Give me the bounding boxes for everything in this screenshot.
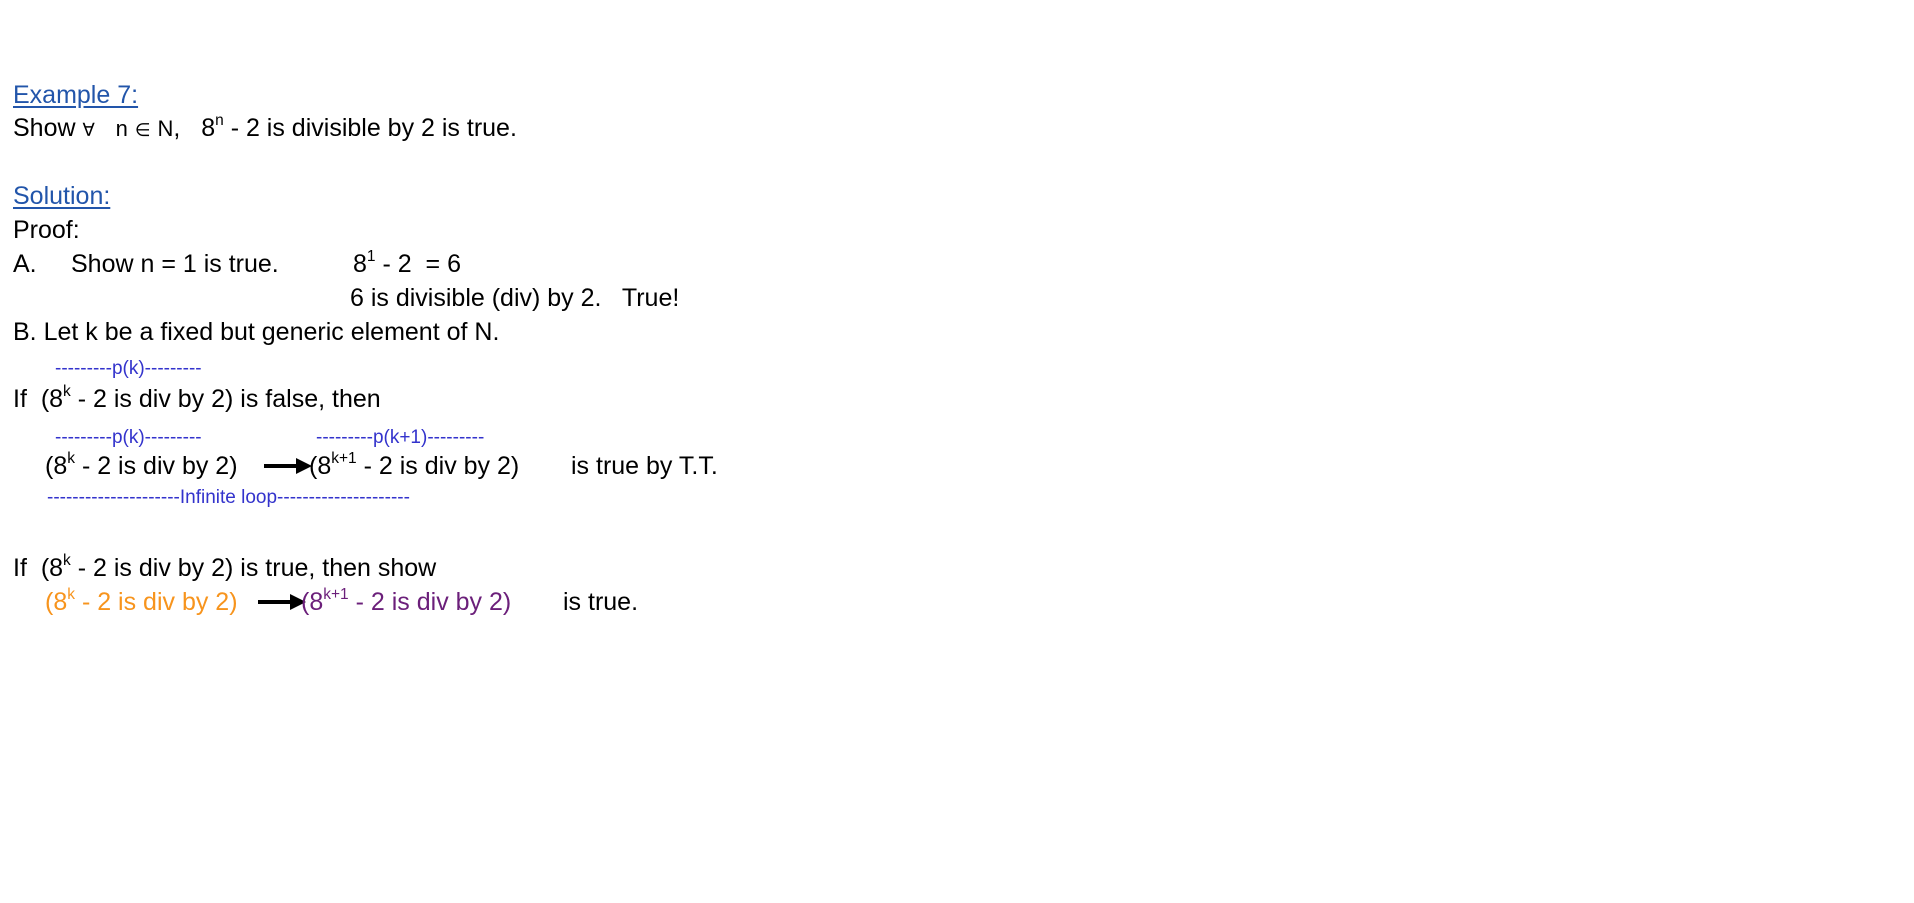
- calc-rest: - 2 = 6: [382, 250, 461, 278]
- true-case-if: If: [13, 554, 27, 582]
- element-of-symbol: ∈: [134, 120, 151, 141]
- hypothesis-expression: (8k - 2 is div by 2): [45, 587, 238, 617]
- step-b-text: B. Let k be a fixed but generic element …: [13, 318, 500, 346]
- right-arrow-icon: [264, 458, 312, 474]
- step-a-verdict: True!: [621, 284, 680, 312]
- step-a-calculation: 81 - 2 = 6: [353, 249, 461, 279]
- set-n: N: [157, 116, 174, 141]
- implication-right-open: (8: [309, 452, 332, 480]
- conclusion-open: (8: [301, 588, 324, 616]
- true-case-rest: - 2 is div by 2) is true, then show: [77, 554, 437, 582]
- forall-symbol: ∀: [82, 120, 95, 141]
- infinite-loop-label: ---------------------Infinite loop------…: [47, 487, 410, 508]
- implication-left-open: (8: [45, 452, 68, 480]
- statement-comma: ,: [173, 114, 181, 142]
- step-a-conclusion: 6 is divisible (div) by 2.: [350, 284, 602, 312]
- hypothesis-exponent: k: [67, 586, 75, 604]
- false-case-exponent: k: [63, 383, 71, 401]
- false-case-pk-label: ---------p(k)---------: [55, 358, 202, 379]
- implication-left-rest: - 2 is div by 2): [81, 452, 238, 480]
- false-case-line: If (8k - 2 is div by 2) is false, then: [13, 384, 381, 414]
- implication-right: (8k+1 - 2 is div by 2): [309, 451, 519, 481]
- implication-pk1-label: ---------p(k+1)---------: [316, 427, 485, 448]
- conclusion-rest: - 2 is div by 2): [355, 588, 512, 616]
- conclusion-exponent: k+1: [323, 586, 349, 604]
- step-a-text: Show n = 1 is true.: [71, 250, 279, 278]
- implication-left-exponent: k: [67, 450, 75, 468]
- hypothesis-open: (8: [45, 588, 68, 616]
- false-case-if: If: [13, 385, 27, 413]
- statement-show: Show: [13, 114, 76, 142]
- example-statement: Show ∀ n ∈ N, 8n - 2 is divisible by 2 i…: [13, 113, 517, 146]
- false-case-open: (8: [40, 385, 64, 413]
- statement-rest: - 2 is divisible by 2 is true.: [230, 114, 517, 142]
- conclusion-expression: (8k+1 - 2 is div by 2): [301, 587, 511, 617]
- statement-exponent: n: [215, 112, 224, 130]
- implication-right-exponent: k+1: [331, 450, 357, 468]
- proof-label: Proof:: [13, 216, 80, 244]
- true-case-tail: is true.: [563, 588, 639, 616]
- implication-pk-label: ---------p(k)---------: [55, 427, 202, 448]
- n-variable: n: [115, 116, 128, 141]
- calc-exponent: 1: [366, 248, 376, 266]
- step-a-conclusion-row: 6 is divisible (div) by 2. True!: [350, 283, 679, 313]
- example-heading: Example 7:: [13, 81, 139, 109]
- step-a-label: A.: [13, 250, 37, 278]
- true-case-line: If (8k - 2 is div by 2) is true, then sh…: [13, 553, 436, 583]
- solution-heading: Solution:: [13, 182, 111, 210]
- implication-left: (8k - 2 is div by 2): [45, 451, 238, 481]
- hypothesis-rest: - 2 is div by 2): [81, 588, 238, 616]
- implication-right-rest: - 2 is div by 2): [363, 452, 520, 480]
- implication-tail: is true by T.T.: [571, 452, 718, 480]
- calc-base: 8: [353, 250, 367, 278]
- true-case-exponent: k: [63, 552, 71, 570]
- false-case-rest: - 2 is div by 2) is false, then: [77, 385, 381, 413]
- slide-page: Example 7: Show ∀ n ∈ N, 8n - 2 is divis…: [0, 0, 1914, 903]
- true-case-open: (8: [40, 554, 64, 582]
- statement-base: 8: [201, 114, 216, 142]
